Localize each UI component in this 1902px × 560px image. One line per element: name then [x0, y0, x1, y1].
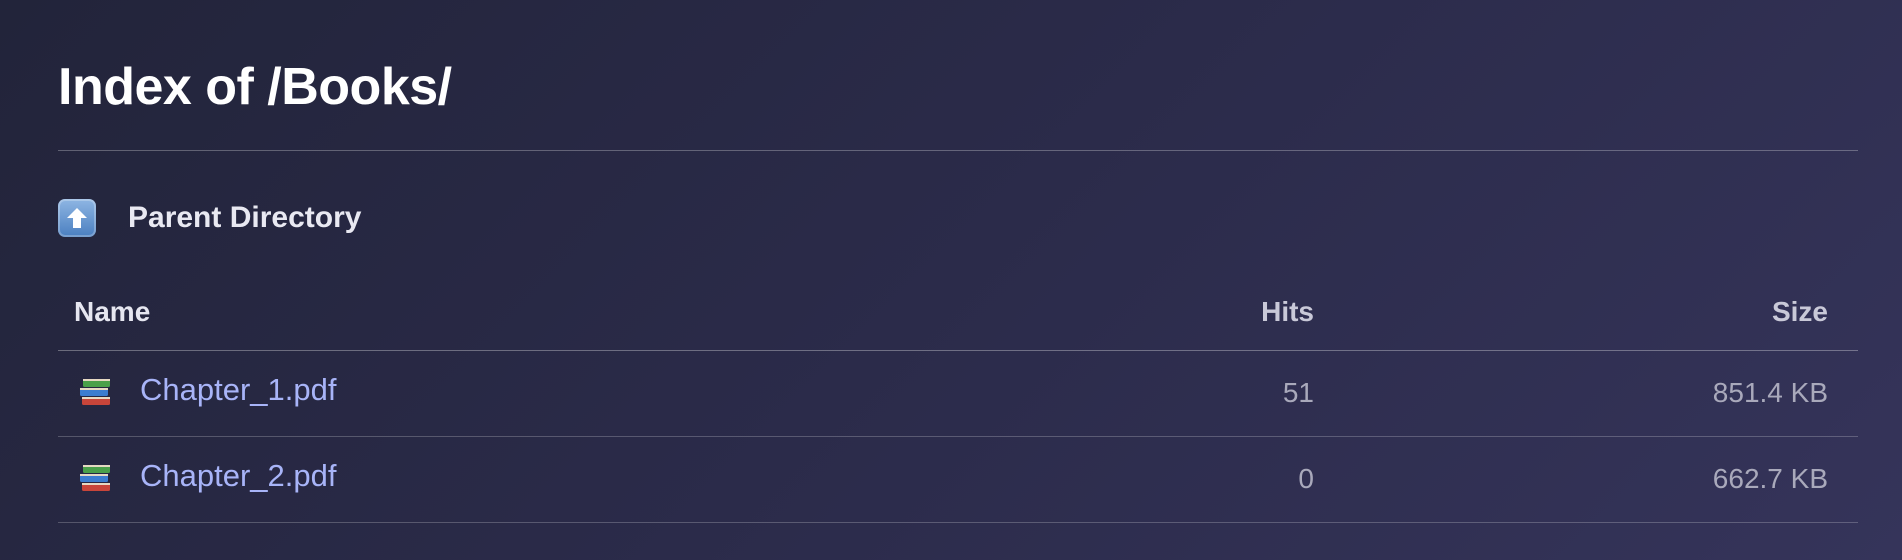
file-name-cell: Chapter_2.pdf: [58, 436, 1094, 522]
parent-directory-label: Parent Directory: [128, 201, 362, 234]
file-name-cell: Chapter_1.pdf: [58, 350, 1094, 436]
size-cell: 851.4 KB: [1712, 377, 1828, 408]
column-header-name[interactable]: Name: [58, 274, 1094, 350]
column-header-hits[interactable]: Hits: [1094, 274, 1314, 350]
file-name: Chapter_2.pdf: [140, 458, 337, 493]
books-icon: [78, 373, 114, 407]
table-row: Chapter_1.pdf 51 851.4 KB: [58, 350, 1858, 436]
title-divider: [58, 150, 1858, 151]
page-title: Index of /Books/: [58, 58, 452, 116]
file-link-chapter-1[interactable]: Chapter_1.pdf: [78, 372, 336, 408]
books-icon: [78, 459, 114, 493]
file-name: Chapter_1.pdf: [140, 372, 337, 407]
hits-cell: 51: [1282, 377, 1314, 408]
file-link-chapter-2[interactable]: Chapter_2.pdf: [78, 458, 336, 494]
size-cell: 662.7 KB: [1712, 463, 1828, 494]
hits-cell: 0: [1298, 463, 1314, 494]
table-header-row: Name Hits Size: [58, 274, 1858, 350]
file-table: Name Hits Size Chapter_1.pdf 51 851.4 KB…: [58, 274, 1858, 523]
parent-directory-link[interactable]: Parent Directory: [58, 196, 361, 240]
table-row: Chapter_2.pdf 0 662.7 KB: [58, 436, 1858, 522]
up-arrow-icon: [58, 199, 96, 237]
column-header-size[interactable]: Size: [1314, 274, 1858, 350]
